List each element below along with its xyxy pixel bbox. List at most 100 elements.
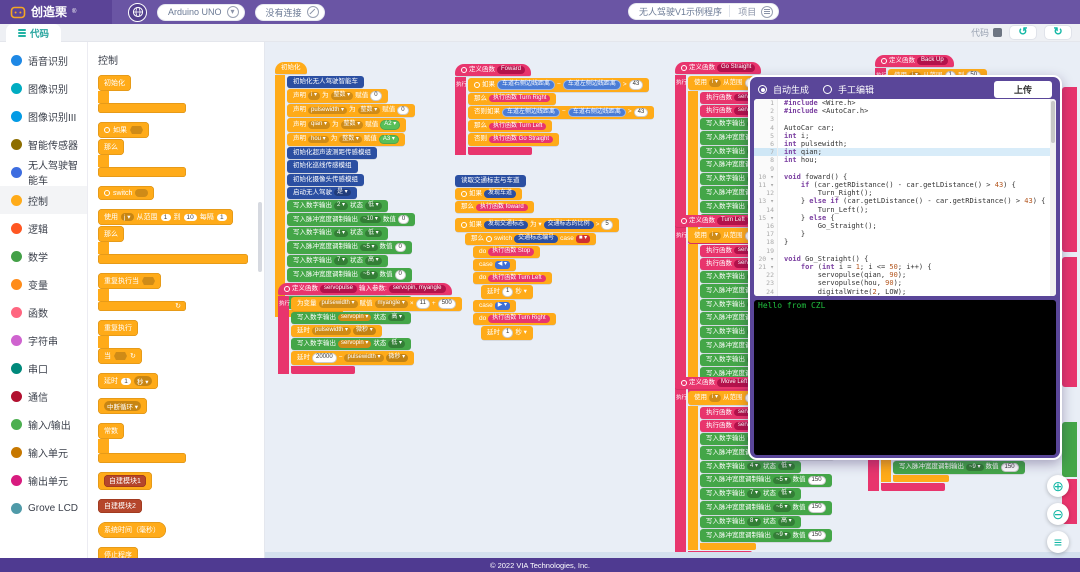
palette-block-switch[interactable]: switch [98,186,264,200]
dropdown-chip[interactable]: 8 ▾ [747,518,761,526]
language-globe-button[interactable] [128,3,147,22]
variable-chip[interactable]: pulsewidth ▾ [312,327,351,335]
zoom-out-button[interactable]: ⊖ [1047,503,1069,525]
dropdown-chip[interactable]: 4 ▾ [747,463,761,471]
block-row[interactable]: 写入数字输出8 ▾状态高 ▾ [700,516,801,528]
partial-stack-sliver[interactable] [1062,422,1077,477]
dropdown-chip[interactable]: 7 ▾ [334,257,348,265]
palette-block-for[interactable]: 使用j ▾从范围1到10每隔1 那么 [98,209,264,264]
sidebar-item[interactable]: 输入/输出 [0,410,87,438]
sidebar-item[interactable]: 图像识别 [0,74,87,102]
value-chip[interactable]: A3 ▾ [379,135,399,145]
block-row[interactable]: 那么switch交通标志编号case■ ▾ [465,233,596,245]
tab-code[interactable]: 代码 [6,24,61,42]
block-row[interactable]: 声明qian ▾为整数 ▾赋值A2 ▾ [287,118,406,132]
define-hat-block[interactable]: 定义函数Back Up [875,55,954,67]
value-oval[interactable]: 150 [808,503,826,513]
radio-auto-generate[interactable] [758,85,767,94]
sidebar-item[interactable]: 输出单元 [0,466,87,494]
dropdown-chip[interactable]: ~5 ▾ [360,244,378,252]
block-row[interactable]: 写入数字输出2 ▾状态低 ▾ [287,200,388,212]
palette-block-repeat-until[interactable]: 重复执行 当↻ [98,320,264,364]
code-scrollbar[interactable] [1050,99,1056,296]
dropdown-chip[interactable]: 2 ▾ [334,202,348,210]
palette-block-delay[interactable]: 延时1秒 ▾ [98,373,264,389]
value-oval[interactable]: 20000 [312,353,337,363]
value-oval[interactable]: 1 [502,287,513,297]
variable-chip[interactable]: 整数 ▾ [341,121,364,129]
block-row[interactable]: 写入数字输出4 ▾状态低 ▾ [287,227,388,239]
undo-button[interactable]: ↺ [1009,25,1037,40]
define-hat-block[interactable]: 定义函数servopulse输入参数:servopin, myangle [278,283,452,295]
sidebar-item[interactable]: 无人驾驶智能车 [0,158,87,186]
var-dropdown[interactable]: j ▾ [121,213,134,221]
dropdown-chip[interactable]: 4 ▾ [334,230,348,238]
sidebar-item[interactable]: 输入单元 [0,438,87,466]
break-dropdown[interactable]: 中断循环 ▾ [104,401,141,411]
block-row[interactable]: 写入数字输出4 ▾状态低 ▾ [700,461,801,473]
dropdown-chip[interactable]: 高 ▾ [365,257,382,265]
zoom-reset-button[interactable]: ≡ [1047,531,1069,553]
block-row[interactable]: 写入脉冲宽度调制输出~5 ▾数值150 [700,474,832,488]
auto-generate-label[interactable]: 自动生成 [773,83,809,96]
variable-chip[interactable]: servopin ▾ [338,340,371,348]
dropdown-chip[interactable]: 低 ▾ [388,340,405,348]
code-editor[interactable]: 1#include <Wire.h>2#include <AutoCar.h>3… [754,99,1056,296]
variable-chip[interactable]: i ▾ [709,394,721,402]
project-menu-label[interactable]: 项目 [738,5,756,18]
dropdown-chip[interactable]: ~10 ▾ [360,216,381,224]
block-row[interactable]: 那么执行函数 Turn Right [468,93,556,105]
value-oval[interactable]: 150 [808,476,826,486]
block-row[interactable]: 初始化无人驾驶智能车 [287,76,364,88]
block-row[interactable]: 写入数字输出7 ▾状态低 ▾ [700,488,801,500]
sidebar-item[interactable]: 数学 [0,242,87,270]
sidebar-item[interactable]: 函数 [0,298,87,326]
block-row[interactable]: 声明pulsewidth ▾为整数 ▾赋值0 [287,104,415,118]
sidebar-item[interactable]: 通信 [0,382,87,410]
define-hat-block[interactable]: 定义函数Move Left [675,377,757,389]
block-row[interactable]: do执行函数 Turn Right [473,313,556,325]
value-chip[interactable]: A2 ▾ [380,120,400,130]
block-row[interactable]: 如果发现交通标志为 ▾交通标志的比例>5 [455,218,619,232]
block-row[interactable]: case▶ ▾ [473,300,516,312]
block-row[interactable]: 初始化超声波测距传感模组 [287,147,377,159]
palette-block-break[interactable]: 中断循环 ▾ [98,398,264,414]
palette-block-systime[interactable]: 系统时间（毫秒） [98,522,264,538]
sidebar-item[interactable]: 控制 [0,186,87,214]
dropdown-chip[interactable]: ~9 ▾ [966,464,984,472]
block-row[interactable]: 写入数字输出servopin ▾状态低 ▾ [291,338,411,350]
board-select[interactable]: Arduino UNO ▾ [157,4,245,21]
variable-chip[interactable]: 整数 ▾ [339,136,362,144]
block-row[interactable]: 延时pulsewidth ▾微秒 ▾ [291,325,382,337]
variable-chip[interactable]: i ▾ [308,92,320,100]
palette-block-custom1[interactable]: 自建模块1 [98,472,264,490]
zoom-in-button[interactable]: ⊕ [1047,475,1069,497]
palette-block-stop[interactable]: 停止程序 [98,547,264,558]
hat-block[interactable]: 初始化 [275,62,307,74]
variable-chip[interactable]: servopin ▾ [338,314,371,322]
sidebar-item[interactable]: 逻辑 [0,214,87,242]
value-oval[interactable]: 150 [808,531,826,541]
variable-chip[interactable]: qian ▾ [308,121,330,129]
variable-chip[interactable]: hou ▾ [308,136,329,144]
redo-button[interactable]: ↻ [1044,25,1072,40]
define-hat-block[interactable]: 定义函数Go Straight [675,62,761,74]
block-row[interactable]: 那么执行函数 Turn Left [468,120,552,132]
block-row[interactable]: 延时20000−pulsewidth ▾微秒 ▾ [291,351,414,365]
project-list-icon[interactable] [761,6,773,18]
block-row[interactable]: 初始化摄像头传感模组 [287,174,364,186]
value-oval[interactable]: 0 [398,215,409,225]
dropdown-chip[interactable]: 高 ▾ [388,314,405,322]
variable-chip[interactable]: pulsewidth ▾ [308,107,347,115]
sidebar-item[interactable]: 图像识别III [0,102,87,130]
block-row[interactable]: do执行函数 Turn Left [473,272,552,284]
block-row[interactable]: 写入脉冲宽度调制输出~5 ▾数值0 [287,241,412,255]
dropdown-chip[interactable]: 低 ▾ [778,490,795,498]
palette-block-if[interactable]: 如果 那么 [98,122,264,177]
block-row[interactable]: 为变量pulsewidth ▾赋值myangle ▾×11+500 [291,297,462,311]
block-row[interactable]: 写入数字输出7 ▾状态高 ▾ [287,255,388,267]
sidebar-item[interactable]: 串口 [0,354,87,382]
sidebar-item[interactable]: 语音识别 [0,46,87,74]
block-row[interactable]: 延时1秒 ▾ [481,285,533,299]
upload-button[interactable]: 上传 [994,81,1052,98]
